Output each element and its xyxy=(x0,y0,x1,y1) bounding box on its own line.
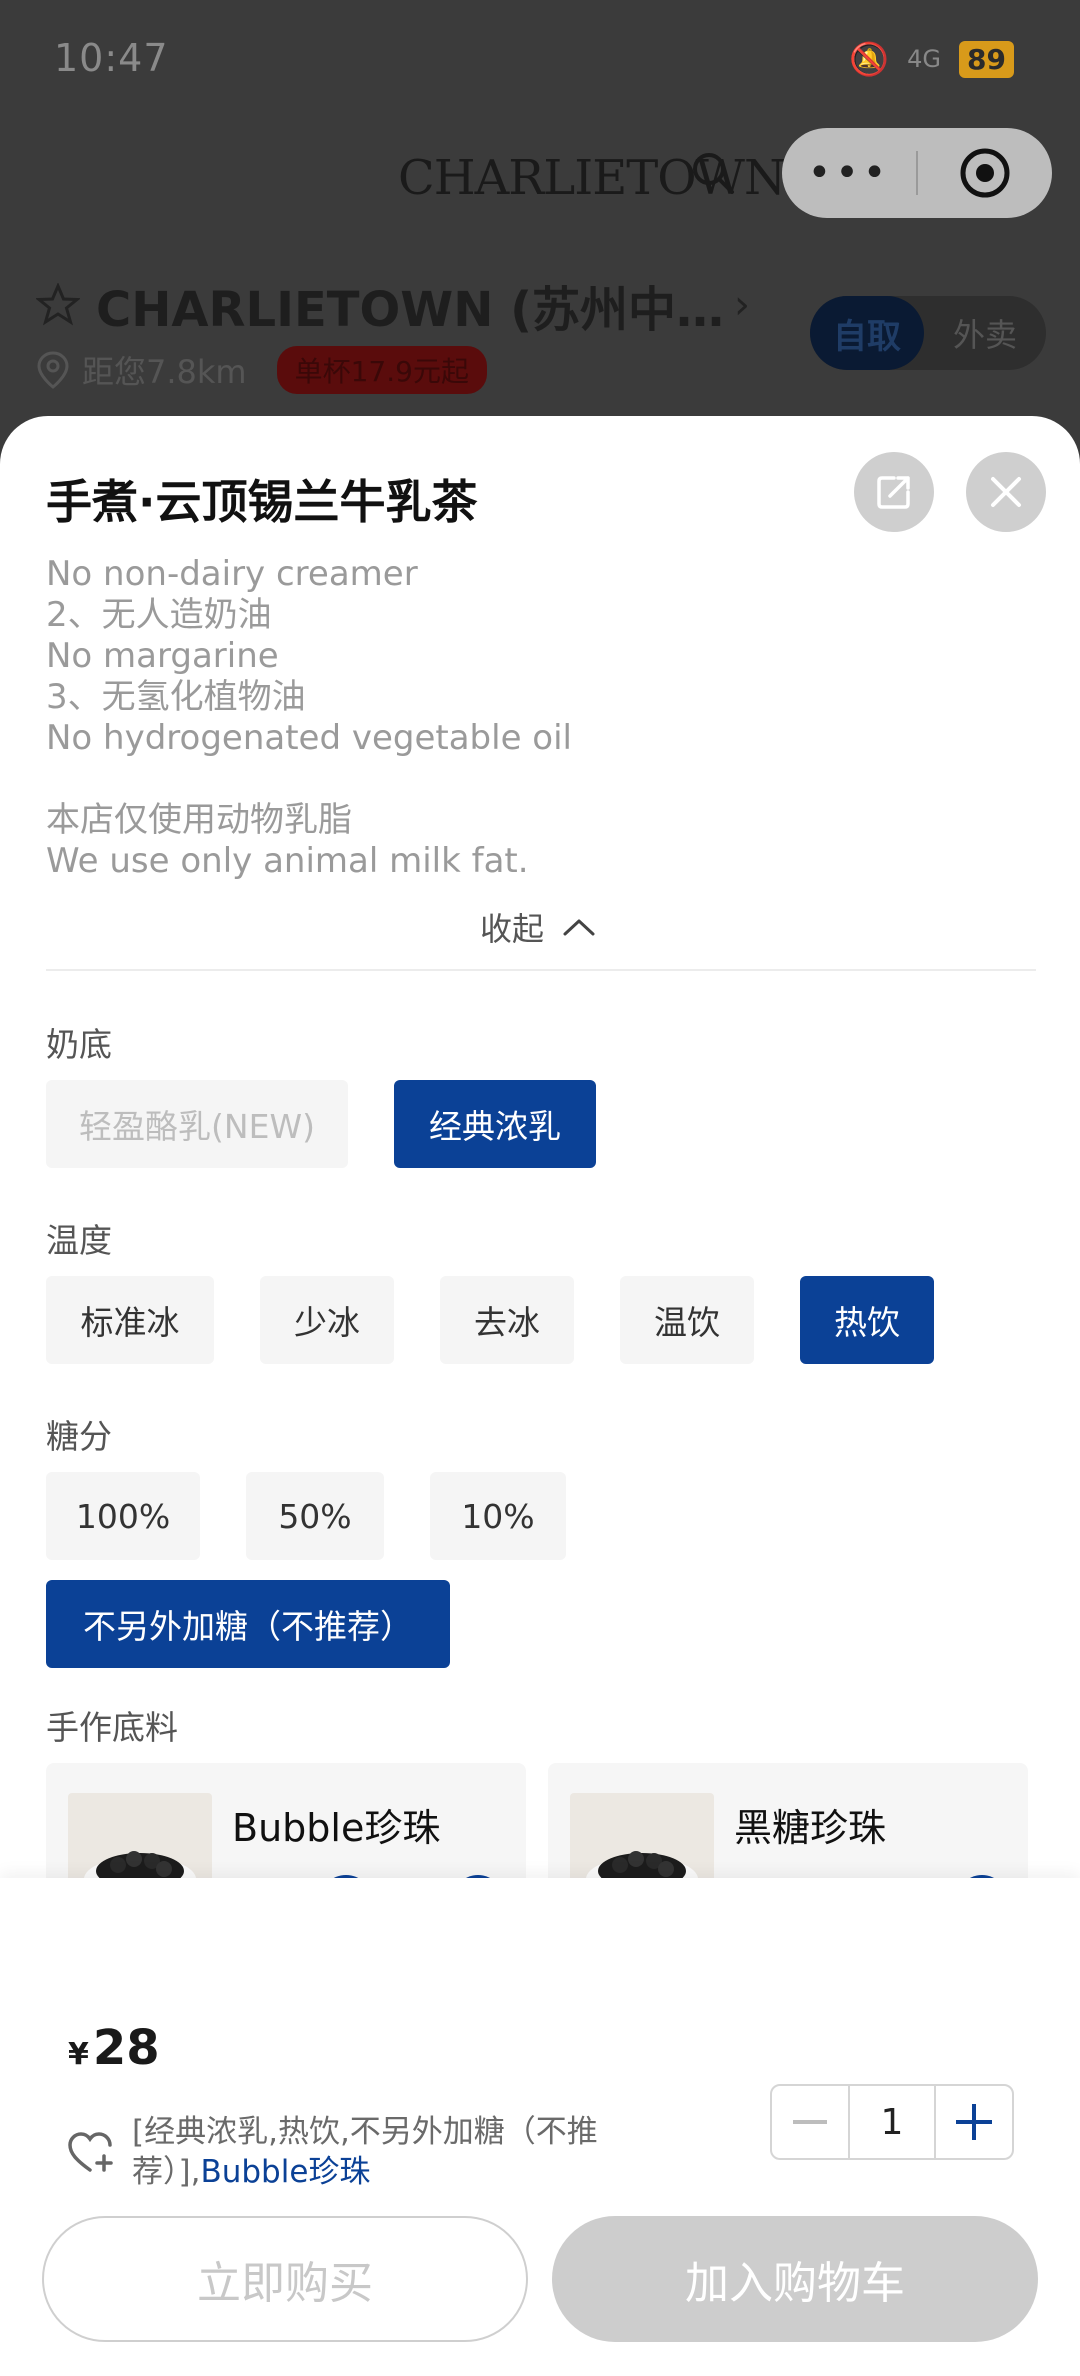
option-standard-ice[interactable]: 标准冰 xyxy=(46,1276,214,1364)
buy-now-button[interactable]: 立即购买 xyxy=(42,2216,528,2342)
option-light-yogurt[interactable]: 轻盈酪乳(NEW) xyxy=(46,1080,348,1168)
collapse-toggle[interactable]: 收起 xyxy=(480,904,596,950)
favorite-add-icon[interactable] xyxy=(66,2130,114,2174)
temperature-label: 温度 xyxy=(46,1221,112,1260)
milk-base-label: 奶底 xyxy=(46,1025,112,1064)
mode-pickup[interactable]: 自取 xyxy=(810,296,924,370)
mode-delivery[interactable]: 外卖 xyxy=(924,310,1046,356)
search-icon[interactable] xyxy=(690,150,736,196)
share-icon xyxy=(877,476,910,509)
option-no-ice[interactable]: 去冰 xyxy=(440,1276,574,1364)
promo-badge: 单杯17.9元起 xyxy=(276,346,487,394)
more-icon[interactable]: ••• xyxy=(782,150,916,196)
summary-topping: Bubble珍珠 xyxy=(200,2154,371,2190)
store-row[interactable]: CHARLIETOWN (苏州中… xyxy=(36,270,724,340)
option-warm[interactable]: 温饮 xyxy=(620,1276,754,1364)
total-price: ¥ 28 xyxy=(68,2020,160,2076)
topping-name: Bubble珍珠 xyxy=(232,1806,441,1850)
description-line: No hydrogenated vegetable oil xyxy=(46,718,573,758)
share-button[interactable] xyxy=(854,452,934,532)
collapse-label: 收起 xyxy=(480,910,545,948)
quantity-stepper: 1 xyxy=(770,2084,1014,2160)
quantity-value[interactable]: 1 xyxy=(848,2086,936,2158)
chevron-up-icon xyxy=(563,919,595,936)
minus-icon xyxy=(793,2120,827,2124)
distance-row: 距您7.8km 单杯17.9元起 xyxy=(36,346,487,394)
sugar-label: 糖分 xyxy=(46,1417,112,1456)
option-no-added-sugar[interactable]: 不另外加糖（不推荐） xyxy=(46,1580,450,1668)
delivery-mode-toggle[interactable]: 自取 外卖 xyxy=(810,296,1046,370)
toppings-label: 手作底料 xyxy=(46,1708,178,1747)
favorite-star-icon[interactable] xyxy=(36,283,80,327)
status-bar: 10:47 🔕 4G 89 xyxy=(0,0,1080,120)
currency-symbol: ¥ xyxy=(68,2037,89,2072)
option-sugar-10[interactable]: 10% xyxy=(430,1472,566,1560)
close-button[interactable] xyxy=(966,452,1046,532)
signal-icon: 4G xyxy=(907,45,942,73)
product-title: 手煮·云顶锡兰牛乳茶 xyxy=(46,475,478,529)
selection-summary: [经典浓乳,热饮,不另外加糖（不推荐）],Bubble珍珠 xyxy=(132,2112,632,2192)
option-sugar-50[interactable]: 50% xyxy=(246,1472,384,1560)
battery-icon: 89 xyxy=(959,40,1014,78)
mute-icon: 🔕 xyxy=(849,40,890,78)
divider xyxy=(46,969,1036,971)
status-icons: 🔕 4G 89 xyxy=(849,40,1014,78)
description-line: 2、无人造奶油 xyxy=(46,595,272,635)
increase-quantity-button[interactable] xyxy=(936,2086,1012,2158)
plus-icon xyxy=(956,2104,992,2140)
product-description: No non-dairy creamer 2、无人造奶油 No margarin… xyxy=(46,554,1036,882)
close-program-icon[interactable] xyxy=(918,146,1052,200)
status-time: 10:47 xyxy=(54,36,169,80)
description-line: 本店仅使用动物乳脂 xyxy=(46,800,352,840)
option-classic-milk[interactable]: 经典浓乳 xyxy=(394,1080,596,1168)
store-name[interactable]: CHARLIETOWN (苏州中… xyxy=(96,270,724,340)
topping-name: 黑糖珍珠 xyxy=(734,1806,887,1850)
description-line: No margarine xyxy=(46,636,279,676)
decrease-quantity-button[interactable] xyxy=(772,2086,848,2158)
add-to-cart-button[interactable]: 加入购物车 xyxy=(552,2216,1038,2342)
close-icon xyxy=(991,477,1021,507)
chevron-right-icon[interactable]: › xyxy=(734,282,750,328)
total-amount: 28 xyxy=(92,2020,160,2076)
background-page: 10:47 🔕 4G 89 CHARLIETOWN ••• CHARLIETOW… xyxy=(0,0,1080,460)
option-less-ice[interactable]: 少冰 xyxy=(260,1276,394,1364)
mini-program-capsule: ••• xyxy=(782,128,1052,218)
option-hot[interactable]: 热饮 xyxy=(800,1276,934,1364)
description-line: No non-dairy creamer xyxy=(46,554,418,594)
description-line: 3、无氢化植物油 xyxy=(46,677,306,717)
location-pin-icon xyxy=(37,351,69,389)
description-line: We use only animal milk fat. xyxy=(46,841,529,881)
store-distance: 距您7.8km xyxy=(82,353,247,391)
option-sugar-100[interactable]: 100% xyxy=(46,1472,200,1560)
